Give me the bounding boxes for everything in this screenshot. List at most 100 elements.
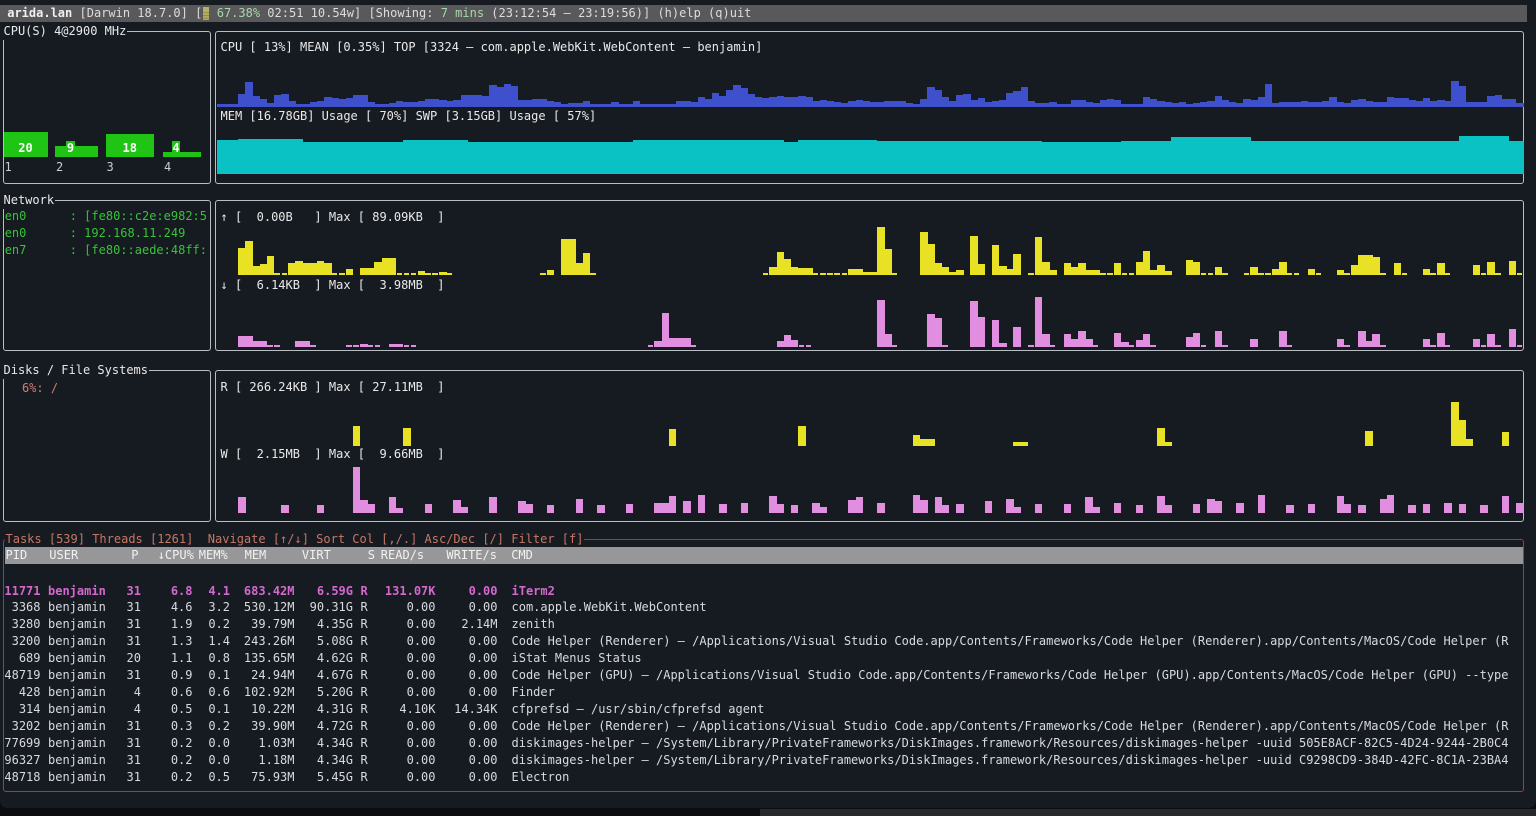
status-bar: arida.lan [Darwin 18.7.0] [ 67.38% 02:51… — [0, 5, 1527, 22]
hostname: arida.lan — [7, 6, 72, 20]
help-hint[interactable]: (h)elp — [657, 6, 700, 20]
column-header-mem[interactable]: MEM — [245, 547, 267, 564]
chart-bar — [683, 338, 690, 347]
chart-zero-dash — [942, 345, 947, 347]
chart-bar — [1258, 495, 1265, 513]
task-row[interactable]: 96327benjamin310.20.01.18M4.34GR0.000.00… — [4, 752, 1522, 769]
chart-bar — [547, 505, 554, 513]
network-interface-row: en7 : [fe80::aede:48ff: — [5, 242, 207, 259]
task-row[interactable]: 48719benjamin310.90.124.94M4.67GR0.000.0… — [4, 667, 1522, 684]
task-row[interactable]: 689benjamin201.10.8135.65M4.62GR0.000.00… — [4, 650, 1522, 667]
chart-bar — [1423, 269, 1430, 275]
chart-bar — [1308, 269, 1315, 275]
task-cmd: diskimages-helper — /System/Library/Priv… — [512, 735, 1509, 752]
chart-bar — [1387, 495, 1394, 513]
task-row[interactable]: 314benjamin40.50.110.22M4.31GR4.10K14.34… — [4, 701, 1522, 718]
chart-zero-dash — [648, 345, 653, 347]
interface-address: [fe80::aede:48ff: — [84, 243, 207, 257]
chart-bar — [798, 426, 805, 446]
task-row[interactable]: 48718benjamin310.20.575.93M5.45GR0.000.0… — [4, 769, 1522, 786]
chart-zero-dash — [1430, 345, 1435, 347]
chart-zero-dash — [432, 273, 437, 275]
disks-panel-title: Disks / File Systems — [3, 362, 150, 379]
chart-bar — [669, 429, 676, 446]
chart-zero-dash — [404, 273, 409, 275]
column-header-memp[interactable]: MEM% — [199, 547, 228, 564]
chart-zero-dash — [368, 345, 373, 347]
chart-zero-dash — [1028, 273, 1033, 275]
task-row[interactable]: 3200benjamin311.31.4243.26M5.08GR0.000.0… — [4, 633, 1522, 650]
chart-zero-dash — [1380, 345, 1385, 347]
cpu-summary-line: CPU [ 13%] MEAN [0.35%] TOP [3324 — com.… — [221, 39, 763, 56]
column-header-cmd[interactable]: CMD — [511, 547, 533, 564]
chart-zero-dash — [892, 273, 897, 275]
chart-bar — [978, 317, 985, 347]
battery-glyph — [203, 7, 210, 20]
chart-bar — [238, 497, 245, 513]
task-cmd: Electron — [512, 769, 570, 786]
chart-zero-dash — [1481, 273, 1486, 275]
tasks-table-header[interactable]: PID USER P ↓CPU% MEM% MEM VIRT S READ/s WRITE/s CM… — [5, 547, 1523, 564]
cpus-panel-title: CPU(S) 4@2900 MHz — [3, 23, 128, 40]
chart-bar — [317, 505, 324, 513]
chart-zero-dash — [892, 345, 897, 347]
terminal-window[interactable]: arida.lan [Darwin 18.7.0] [ 67.38% 02:51… — [0, 0, 1536, 808]
disk-read-chart — [217, 398, 1524, 446]
chart-bar — [1236, 503, 1243, 513]
chart-bar — [1164, 505, 1171, 513]
task-row-selected[interactable]: 11771benjamin316.84.1683.42M6.59GR131.07… — [4, 583, 1522, 600]
chart-bar — [1042, 334, 1049, 347]
chart-bar — [856, 497, 863, 513]
chart-bar — [439, 272, 446, 276]
chart-bar — [396, 508, 403, 513]
column-header-pid[interactable]: PID — [6, 547, 28, 564]
chart-bar — [1444, 503, 1451, 513]
column-header-read[interactable]: READ/s — [381, 547, 424, 564]
task-cmd: cfprefsd — /usr/sbin/cfprefsd agent — [512, 701, 765, 718]
chart-bar — [1092, 270, 1099, 275]
cpu-core-percent: 4 — [172, 141, 180, 157]
task-row[interactable]: 3368benjamin314.63.2530.12M90.31GR0.000.… — [4, 599, 1522, 616]
chart-bar — [1308, 504, 1315, 513]
chart-zero-dash — [310, 345, 315, 347]
chart-zero-dash — [375, 345, 380, 347]
cpu-core-percent: 18 — [122, 141, 138, 157]
column-header-cpu[interactable]: ↓CPU% — [158, 547, 194, 564]
task-row[interactable]: 3280benjamin311.90.239.79M4.35GR0.002.14… — [4, 616, 1522, 633]
column-header-virt[interactable]: VIRT — [302, 547, 331, 564]
chart-bar — [1437, 263, 1444, 275]
chart-bar — [281, 505, 288, 513]
network-panel-title: Network — [3, 192, 56, 209]
task-row[interactable]: 3202benjamin310.30.239.90M4.72GR0.000.00… — [4, 718, 1522, 735]
disk-read-line: R [ 266.24KB ] Max [ 27.11MB ] — [221, 379, 445, 396]
chart-zero-dash — [842, 273, 847, 275]
chart-zero-dash — [1495, 345, 1500, 347]
chart-bar — [396, 344, 403, 347]
cpu-core-bar — [55, 146, 98, 157]
chart-zero-dash — [353, 345, 358, 347]
chart-zero-dash — [346, 345, 351, 347]
chart-bar — [669, 496, 676, 513]
chart-bar — [626, 504, 633, 513]
column-header-user[interactable]: USER — [49, 547, 78, 564]
chart-bar — [985, 501, 992, 513]
chart-bar — [1035, 504, 1042, 513]
chart-zero-dash — [1287, 273, 1292, 275]
chart-zero-dash — [1265, 273, 1270, 275]
chart-zero-dash — [1150, 345, 1155, 347]
task-cmd: iStat Menus Status — [512, 650, 642, 667]
task-row[interactable]: 77699benjamin310.20.01.03M4.34GR0.000.00… — [4, 735, 1522, 752]
showing-duration: 7 mins — [441, 6, 484, 20]
column-header-p[interactable]: P — [131, 547, 138, 564]
desktop-dock-strip — [760, 809, 1536, 816]
chart-bar — [1337, 339, 1344, 347]
task-row[interactable]: 428benjamin40.60.6102.92M5.20GR0.000.00F… — [4, 684, 1522, 701]
chart-bar — [1423, 504, 1430, 513]
task-write: 0.00 — [4, 769, 498, 786]
column-header-s[interactable]: S — [368, 547, 375, 564]
quit-hint[interactable]: (q)uit — [708, 6, 751, 20]
column-header-write[interactable]: WRITE/s — [446, 547, 497, 564]
chart-zero-dash — [1050, 345, 1055, 347]
chart-bar — [1516, 503, 1523, 513]
interface-address: 192.168.11.249 — [84, 226, 185, 240]
